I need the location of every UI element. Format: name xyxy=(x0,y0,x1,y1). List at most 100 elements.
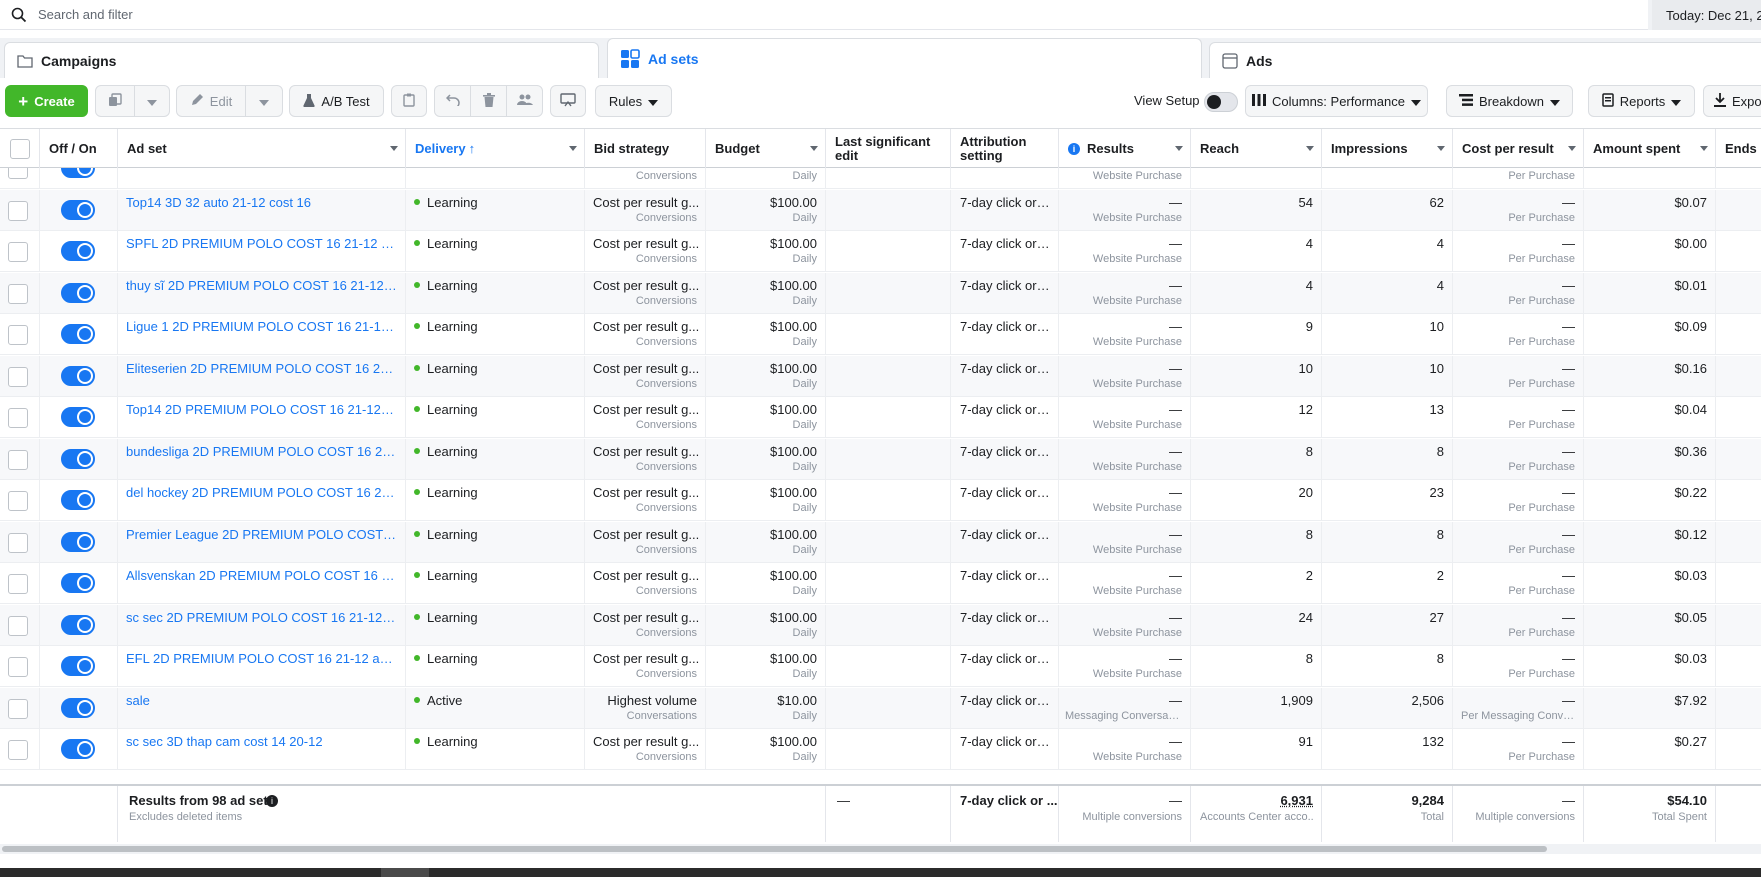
row-checkbox[interactable] xyxy=(8,168,28,179)
table-row[interactable]: bundesliga 2D PREMIUM POLO COST 16 21-12… xyxy=(0,438,1761,480)
row-checkbox[interactable] xyxy=(8,532,28,553)
reports-dropdown[interactable]: Reports xyxy=(1588,85,1695,117)
ad-set-name-link[interactable]: Eliteserien 2D PREMIUM POLO COST 16 21-1… xyxy=(126,361,397,376)
budget-value[interactable]: $100.00 xyxy=(770,527,817,542)
row-checkbox[interactable] xyxy=(8,491,28,511)
ad-set-name-link[interactable]: Allsvenskan 2D PREMIUM POLO COST 16 21-1… xyxy=(126,568,397,583)
ad-set-name-link[interactable]: Premier League 2D PREMIUM POLO COST 16 .… xyxy=(126,527,397,542)
budget-value[interactable]: $100.00 xyxy=(770,485,817,500)
horizontal-scrollbar[interactable] xyxy=(0,844,1761,854)
edit-dropdown-button[interactable] xyxy=(245,85,283,117)
ad-set-name-link[interactable]: sale xyxy=(126,693,397,708)
budget-value[interactable]: $100.00 xyxy=(770,402,817,417)
budget-value[interactable]: $100.00 xyxy=(770,651,817,666)
ad-set-toggle[interactable] xyxy=(61,199,95,220)
view-setup-toggle[interactable] xyxy=(1204,92,1238,112)
columns-dropdown[interactable]: Columns: Performance xyxy=(1245,85,1428,117)
ad-set-toggle[interactable] xyxy=(61,656,95,676)
row-checkbox[interactable] xyxy=(8,366,28,387)
ad-set-toggle[interactable] xyxy=(61,739,95,759)
table-row[interactable]: Eliteserien 2D PREMIUM POLO COST 16 21-1… xyxy=(0,355,1761,397)
table-row[interactable]: EFL 2D PREMIUM POLO COST 16 21-12 ads hu… xyxy=(0,646,1761,687)
ad-set-toggle[interactable] xyxy=(61,282,95,303)
ad-set-toggle[interactable] xyxy=(61,241,95,261)
ad-set-name-link[interactable]: EFL 2D PREMIUM POLO COST 16 21-12 ads hu… xyxy=(126,651,397,666)
table-row[interactable]: Top14 3D 32 auto 21-12 cost 16 Learning Co… xyxy=(0,189,1761,231)
export-button[interactable]: Expo xyxy=(1703,85,1761,117)
preview-button[interactable] xyxy=(550,85,586,117)
table-row[interactable]: sc sec 3D thap cam cost 14 20-12 Learning… xyxy=(0,729,1761,770)
row-checkbox[interactable] xyxy=(8,408,28,428)
edit-button[interactable]: Edit xyxy=(176,85,246,117)
duplicate-dropdown-button[interactable] xyxy=(134,85,170,117)
header-cost-per-result[interactable]: Cost per result xyxy=(1453,129,1584,169)
ad-set-toggle[interactable] xyxy=(61,531,95,552)
header-amount-spent[interactable]: Amount spent xyxy=(1584,129,1716,169)
taskbar-item[interactable] xyxy=(381,868,429,877)
budget-value[interactable]: $10.00 xyxy=(777,693,817,708)
table-row[interactable]: Ligue 1 3D 32 auto 21-12 cost 16Learning… xyxy=(0,168,1761,189)
ad-set-toggle[interactable] xyxy=(61,365,95,386)
audience-button[interactable] xyxy=(506,85,543,117)
info-icon[interactable]: i xyxy=(266,795,278,807)
budget-value[interactable]: $100.00 xyxy=(770,734,817,749)
delete-button[interactable] xyxy=(470,85,507,117)
clipboard-button[interactable] xyxy=(391,85,427,117)
ad-set-toggle[interactable] xyxy=(61,168,95,178)
ad-set-toggle[interactable] xyxy=(61,407,95,427)
table-row[interactable]: Top14 2D PREMIUM POLO COST 16 21-12 ads.… xyxy=(0,397,1761,438)
ad-set-toggle[interactable] xyxy=(61,573,95,593)
table-row[interactable]: Allsvenskan 2D PREMIUM POLO COST 16 21-1… xyxy=(0,563,1761,604)
row-checkbox[interactable] xyxy=(8,615,28,636)
row-checkbox[interactable] xyxy=(8,242,28,262)
header-bid-strategy[interactable]: Bid strategy xyxy=(585,129,706,169)
select-all-checkbox[interactable] xyxy=(9,139,30,159)
table-row[interactable]: SPFL 2D PREMIUM POLO COST 16 21-12 ads .… xyxy=(0,231,1761,272)
row-checkbox[interactable] xyxy=(8,698,28,719)
create-button[interactable]: + Create xyxy=(5,85,88,117)
budget-value[interactable]: $100.00 xyxy=(770,568,817,583)
ad-set-name-link[interactable]: sc sec 2D PREMIUM POLO COST 16 21-12 ads… xyxy=(126,610,397,625)
tab-ad-sets[interactable]: Ad sets xyxy=(607,38,1202,78)
summary-reach-value[interactable]: 6,931 xyxy=(1280,793,1313,808)
row-checkbox[interactable] xyxy=(8,200,28,221)
search-box[interactable] xyxy=(0,0,1648,30)
header-ends[interactable]: Ends xyxy=(1716,129,1761,169)
table-row[interactable]: del hockey 2D PREMIUM POLO COST 16 21-12… xyxy=(0,480,1761,521)
ad-set-toggle[interactable] xyxy=(61,490,95,510)
rules-dropdown[interactable]: Rules xyxy=(595,85,672,117)
breakdown-dropdown[interactable]: Breakdown xyxy=(1446,85,1573,117)
table-row[interactable]: thuy sĩ 2D PREMIUM POLO COST 16 21-12 ad… xyxy=(0,272,1761,314)
search-input[interactable] xyxy=(38,7,1538,22)
ad-set-name-link[interactable]: Top14 2D PREMIUM POLO COST 16 21-12 ads.… xyxy=(126,402,397,417)
row-checkbox[interactable] xyxy=(8,740,28,760)
budget-value[interactable]: $100.00 xyxy=(770,278,817,293)
row-checkbox[interactable] xyxy=(8,574,28,594)
ad-set-name-link[interactable]: del hockey 2D PREMIUM POLO COST 16 21-12… xyxy=(126,485,397,500)
header-reach[interactable]: Reach xyxy=(1191,129,1322,169)
tab-campaigns[interactable]: Campaigns xyxy=(4,42,599,78)
ad-set-toggle[interactable] xyxy=(61,448,95,469)
ad-set-toggle[interactable] xyxy=(61,697,95,718)
row-checkbox[interactable] xyxy=(8,449,28,470)
header-delivery[interactable]: Delivery ↑ xyxy=(406,129,585,169)
tab-ads[interactable]: Ads xyxy=(1209,42,1761,78)
budget-value[interactable]: $100.00 xyxy=(770,444,817,459)
budget-value[interactable]: $100.00 xyxy=(770,610,817,625)
ad-set-toggle[interactable] xyxy=(61,324,95,344)
table-row[interactable]: sale Active Highest volume Conversations $10… xyxy=(0,687,1761,729)
row-checkbox[interactable] xyxy=(8,283,28,304)
budget-value[interactable]: $100.00 xyxy=(770,319,817,334)
budget-value[interactable]: $100.00 xyxy=(770,361,817,376)
ad-set-name-link[interactable]: thuy sĩ 2D PREMIUM POLO COST 16 21-12 ad… xyxy=(126,278,397,293)
budget-value[interactable]: $100.00 xyxy=(770,195,817,210)
ab-test-button[interactable]: A/B Test xyxy=(289,85,384,117)
ad-set-name-link[interactable]: SPFL 2D PREMIUM POLO COST 16 21-12 ads .… xyxy=(126,236,397,251)
table-row[interactable]: sc sec 2D PREMIUM POLO COST 16 21-12 ads… xyxy=(0,604,1761,646)
header-attribution[interactable]: Attribution setting xyxy=(951,129,1059,169)
scrollbar-thumb[interactable] xyxy=(2,846,1547,852)
duplicate-button[interactable] xyxy=(95,85,135,117)
undo-button[interactable] xyxy=(434,85,471,117)
table-row[interactable]: Premier League 2D PREMIUM POLO COST 16 .… xyxy=(0,521,1761,563)
ad-set-name-link[interactable]: Top14 3D 32 auto 21-12 cost 16 xyxy=(126,195,397,210)
